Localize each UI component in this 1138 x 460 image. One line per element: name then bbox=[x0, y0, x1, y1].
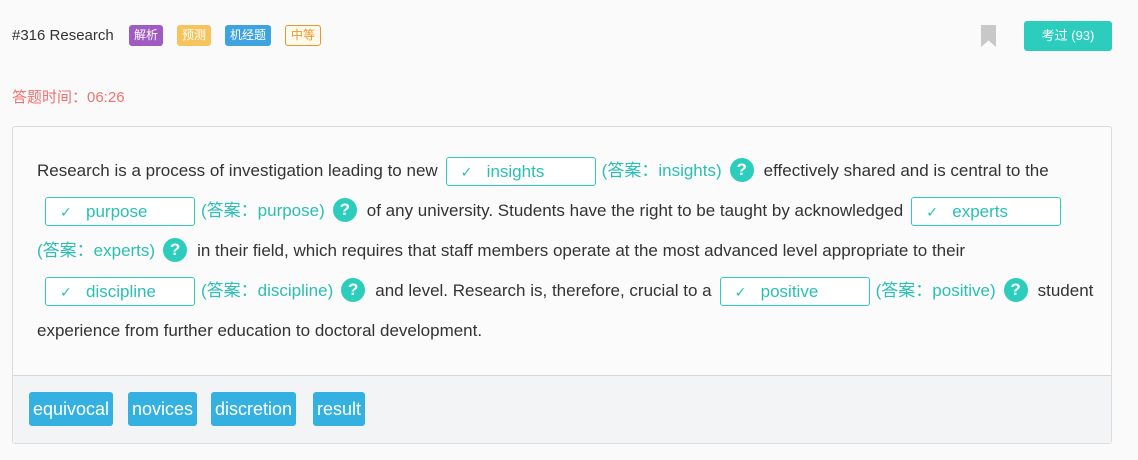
correct-answer-label: (答案：positive) bbox=[875, 281, 996, 300]
passage-text: of any university. Students have the rig… bbox=[366, 201, 904, 220]
tag-analysis[interactable]: 解析 bbox=[129, 25, 164, 46]
exam-count-button[interactable]: 考过 (93) bbox=[1024, 21, 1112, 51]
blank-value: discipline bbox=[86, 282, 156, 302]
help-icon[interactable]: ? bbox=[163, 237, 188, 262]
fill-in-passage: Research is a process of investigation l… bbox=[37, 151, 1097, 351]
correct-answer-label: (答案：experts) bbox=[37, 241, 156, 260]
correct-answer-label: (答案：purpose) bbox=[201, 201, 325, 220]
answer-blank-2[interactable]: ✓ purpose bbox=[45, 197, 195, 227]
help-icon[interactable]: ? bbox=[729, 157, 754, 182]
check-icon: ✓ bbox=[460, 164, 473, 181]
help-icon[interactable]: ? bbox=[332, 197, 357, 222]
answer-blank-3[interactable]: ✓ experts bbox=[911, 197, 1062, 227]
option-chip-result[interactable]: result bbox=[313, 392, 366, 426]
check-icon: ✓ bbox=[926, 204, 938, 221]
answer-blank-4[interactable]: ✓ discipline bbox=[45, 277, 195, 307]
option-chip-discretion[interactable]: discretion bbox=[211, 392, 297, 426]
bookmark-icon[interactable] bbox=[981, 25, 996, 47]
check-icon: ✓ bbox=[734, 284, 747, 301]
word-options-bar: equivocal novices discretion result bbox=[13, 375, 1111, 443]
correct-answer-label: (答案：insights) bbox=[601, 161, 722, 180]
passage-text: effectively shared and is central to the bbox=[763, 161, 1049, 180]
answer-blank-1[interactable]: ✓ insights bbox=[445, 157, 596, 187]
blank-value: insights bbox=[486, 162, 545, 182]
question-header: #316 Research 解析 预测 机经题 中等 考过 (93) bbox=[0, 0, 1138, 72]
answer-timer: 答题时间：06:26 bbox=[12, 89, 125, 106]
blank-value: purpose bbox=[86, 202, 148, 222]
passage-text: Research is a process of investigation l… bbox=[37, 161, 438, 180]
option-chip-novices[interactable]: novices bbox=[128, 392, 198, 426]
option-chip-equivocal[interactable]: equivocal bbox=[29, 392, 114, 426]
passage-text: and level. Research is, therefore, cruci… bbox=[375, 281, 712, 300]
check-icon: ✓ bbox=[60, 284, 72, 301]
check-icon: ✓ bbox=[60, 204, 72, 221]
question-title: #316 Research bbox=[12, 27, 114, 44]
passage-text: in their field, which requires that staf… bbox=[197, 241, 966, 260]
help-icon[interactable]: ? bbox=[341, 277, 366, 302]
blank-value: experts bbox=[952, 202, 1008, 222]
tag-difficulty: 中等 bbox=[285, 25, 322, 46]
tag-machine-question[interactable]: 机经题 bbox=[225, 25, 272, 46]
passage-card: Research is a process of investigation l… bbox=[12, 126, 1112, 444]
correct-answer-label: (答案：discipline) bbox=[201, 281, 334, 300]
answer-blank-5[interactable]: ✓ positive bbox=[719, 277, 870, 307]
tag-prediction[interactable]: 预测 bbox=[177, 25, 212, 46]
help-icon[interactable]: ? bbox=[1003, 277, 1028, 302]
blank-value: positive bbox=[760, 282, 819, 302]
